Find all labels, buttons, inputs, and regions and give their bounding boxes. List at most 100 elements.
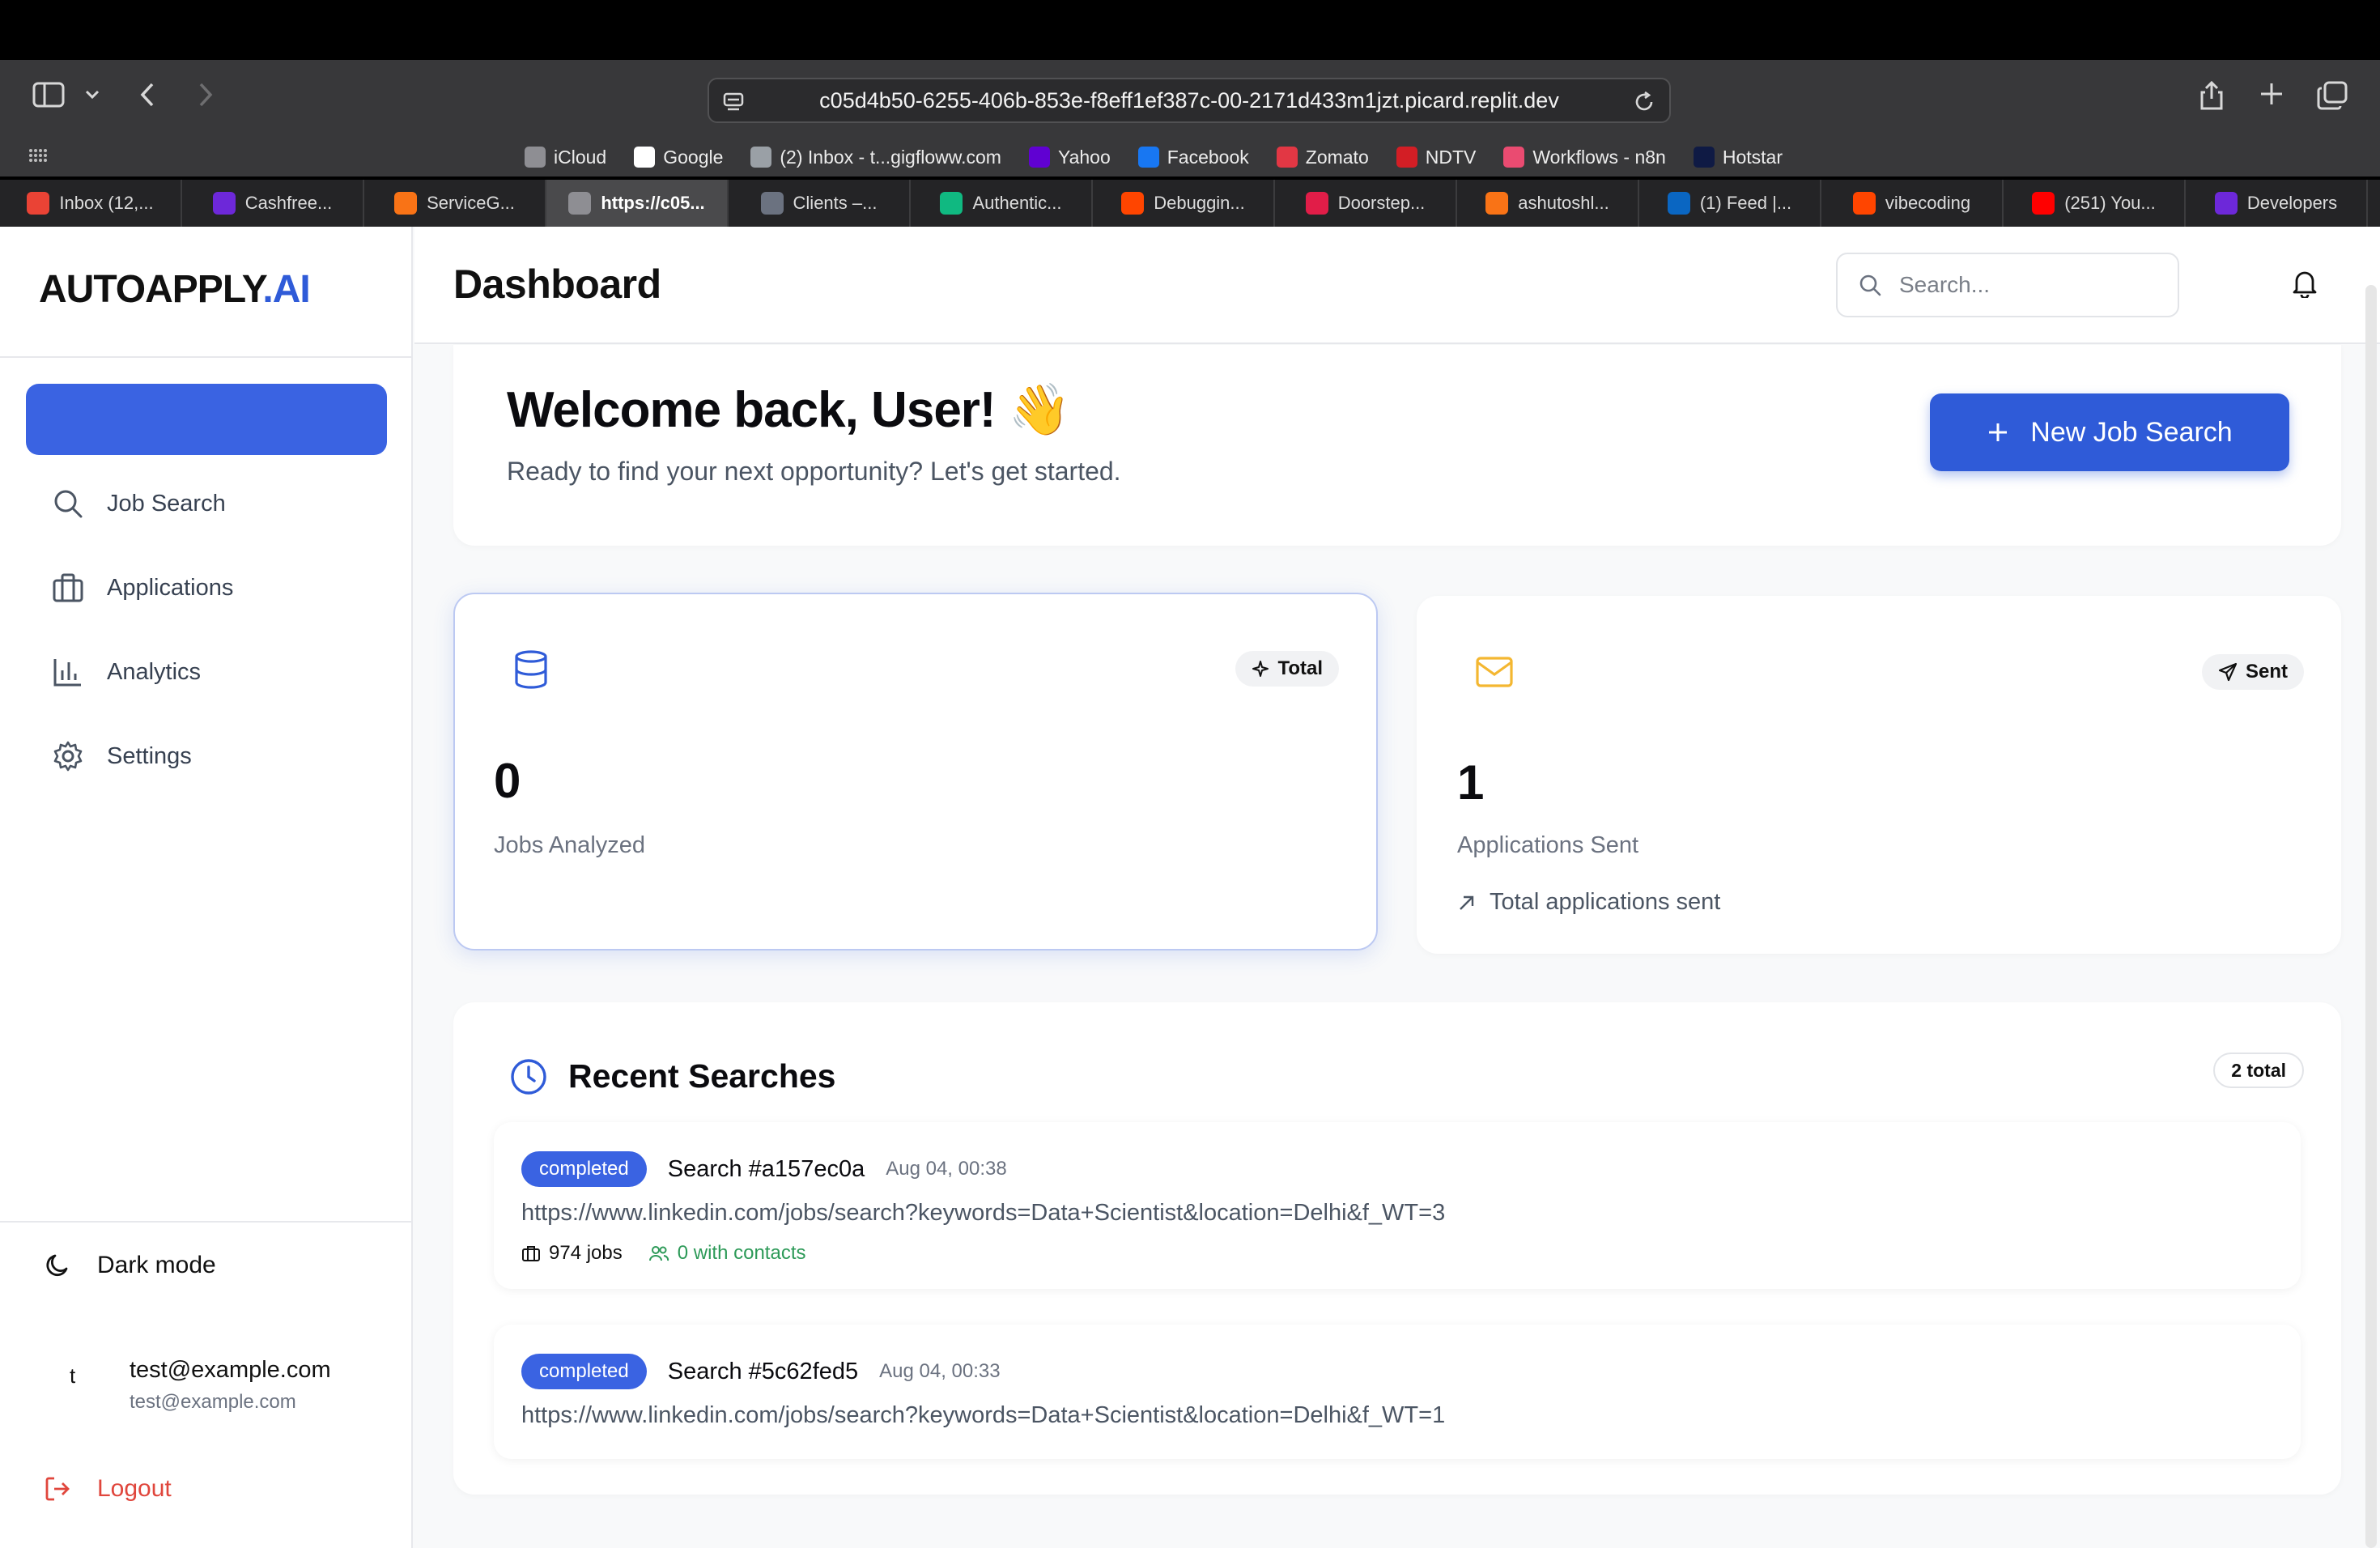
header-search[interactable] (1836, 253, 2179, 317)
arrow-up-right-icon (1460, 895, 1474, 910)
favorite-label: Yahoo (1057, 146, 1111, 168)
share-icon[interactable] (2199, 81, 2225, 110)
reddit-icon (1852, 192, 1876, 215)
logout-button[interactable]: Logout (44, 1475, 172, 1503)
stat-label: Jobs Analyzed (494, 832, 646, 858)
browser-tab[interactable]: Authentic... (911, 180, 1093, 227)
favorite-item[interactable]: Google (634, 147, 723, 168)
favorite-item[interactable]: Workflows - n8n (1503, 147, 1666, 168)
tab-label: ashutoshl... (1518, 193, 1609, 213)
search-icon (1859, 274, 1881, 296)
favorite-item[interactable]: (2) Inbox - t...gigfloww.com (750, 147, 1001, 168)
search-id: Search #5c62fed5 (667, 1358, 859, 1384)
favorites-list: iCloud Google (2) Inbox - t...gigfloww.com… (525, 138, 1783, 176)
address-bar[interactable]: c05d4b50-6255-406b-853e-f8eff1ef387c-00-… (708, 78, 1671, 123)
new-tab-icon[interactable] (2259, 81, 2284, 107)
briefcase-icon (53, 573, 83, 602)
search-url[interactable]: https://www.linkedin.com/jobs/search?key… (521, 1200, 1445, 1227)
app-logo[interactable]: AUTOAPPLY.AI (39, 267, 311, 312)
favorite-item[interactable]: Zomato (1276, 147, 1369, 168)
jobs-count-text: 974 jobs (549, 1242, 623, 1264)
stat-card-applications-sent[interactable]: Sent 1 Applications Sent Total applicati… (1417, 596, 2341, 954)
back-icon[interactable] (138, 81, 157, 108)
recent-searches-title: Recent Searches (568, 1057, 836, 1095)
browser-tab[interactable]: https://c05... (546, 180, 729, 227)
replit-icon (568, 192, 592, 215)
logo-suffix-text: .AI (262, 268, 310, 311)
browser-tab[interactable]: (1) Feed |... (1639, 180, 1821, 227)
favorite-item[interactable]: NDTV (1396, 147, 1476, 168)
forward-icon[interactable] (196, 81, 215, 108)
sidebar-divider (0, 1221, 413, 1223)
sidebar-item-job-search[interactable]: Job Search (52, 479, 226, 528)
browser-tab[interactable]: ServiceG... (364, 180, 546, 227)
bell-icon[interactable] (2291, 269, 2318, 302)
browser-tab[interactable]: ashutoshl... (1457, 180, 1639, 227)
welcome-title: Welcome back, User! 👋 (507, 382, 1071, 438)
moon-icon (46, 1254, 68, 1277)
reload-icon[interactable] (1632, 90, 1656, 120)
new-job-search-button[interactable]: New Job Search (1930, 393, 2289, 471)
stat-footnote-text: Total applications sent (1490, 889, 1721, 915)
chevron-down-icon[interactable] (84, 89, 100, 100)
stat-footnote: Total applications sent (1457, 889, 1720, 916)
dark-mode-toggle[interactable]: Dark mode (44, 1252, 216, 1279)
recent-search-item[interactable]: completed Search #5c62fed5 Aug 04, 00:33… (494, 1325, 2301, 1459)
total-badge: Total (1235, 651, 1339, 687)
browser-tab[interactable]: Debuggin... (1093, 180, 1275, 227)
favorite-item[interactable]: Hotstar (1693, 146, 1783, 168)
recent-search-item[interactable]: completed Search #a157ec0a Aug 04, 00:38… (494, 1122, 2301, 1289)
stat-card-jobs-analyzed[interactable]: Total 0 Jobs Analyzed (453, 593, 1378, 950)
sidebar-toggle-icon[interactable] (32, 81, 65, 108)
tab-label: Clients –... (793, 193, 878, 213)
jobs-count: 974 jobs (521, 1242, 623, 1265)
browser-tab[interactable]: Clients –... (729, 180, 911, 227)
database-icon (512, 649, 550, 694)
sidebar-item-applications[interactable]: Applications (52, 563, 233, 612)
apple-icon (525, 147, 546, 168)
welcome-subtitle: Ready to find your next opportunity? Let… (507, 457, 1121, 486)
search-id: Search #a157ec0a (667, 1155, 865, 1182)
avatar: t (70, 1363, 76, 1388)
sidebar-item-settings[interactable]: Settings (52, 732, 192, 780)
user-name: test@example.com (130, 1357, 331, 1383)
gear-icon (53, 741, 83, 772)
favorite-item[interactable]: Facebook (1137, 147, 1249, 168)
stat-label: Applications Sent (1457, 832, 1639, 858)
tab-overview-icon[interactable] (2317, 81, 2348, 110)
badge-label: Total (1277, 657, 1323, 679)
zomato-icon (1276, 147, 1298, 168)
site-settings-icon[interactable] (722, 91, 745, 119)
sidebar-item-analytics[interactable]: Analytics (52, 648, 201, 696)
browser-tab[interactable]: Doorstep... (1275, 180, 1457, 227)
bar-chart-icon (53, 659, 81, 687)
tab-label: vibecoding (1885, 193, 1971, 213)
search-input[interactable] (1899, 272, 2142, 298)
cashfree-icon (2214, 192, 2238, 215)
dark-mode-label: Dark mode (97, 1252, 216, 1278)
favorite-label: iCloud (554, 146, 607, 168)
welcome-card: Welcome back, User! 👋 Ready to find your… (453, 345, 2341, 546)
browser-tab[interactable]: Inbox (12,... (0, 180, 182, 227)
sidebar-item-dashboard[interactable] (26, 384, 387, 455)
auth-icon (940, 192, 963, 215)
tab-label: Cashfree... (244, 193, 333, 213)
favorite-item[interactable]: iCloud (525, 147, 606, 168)
search-url[interactable]: https://www.linkedin.com/jobs/search?key… (521, 1402, 1445, 1429)
servicegen-icon (1485, 192, 1509, 215)
browser-tab[interactable]: Developers (2186, 180, 2368, 227)
favorite-label: (2) Inbox - t...gigfloww.com (780, 146, 1001, 168)
favorite-label: Hotstar (1722, 146, 1783, 168)
browser-tab[interactable]: Cashfree... (182, 180, 364, 227)
tab-label: Developers (2246, 193, 2338, 213)
briefcase-icon (522, 1246, 540, 1261)
browser-tab[interactable]: vibecoding (1821, 180, 2004, 227)
scrollbar[interactable] (2365, 285, 2377, 1548)
favorite-item[interactable]: Yahoo (1028, 146, 1111, 168)
status-badge: completed (521, 1151, 647, 1187)
browser-tab[interactable]: (251) You... (2004, 180, 2186, 227)
apps-grid-icon[interactable] (28, 146, 47, 169)
hotstar-icon (1693, 147, 1715, 168)
search-icon (54, 490, 83, 518)
logout-icon (45, 1477, 70, 1501)
